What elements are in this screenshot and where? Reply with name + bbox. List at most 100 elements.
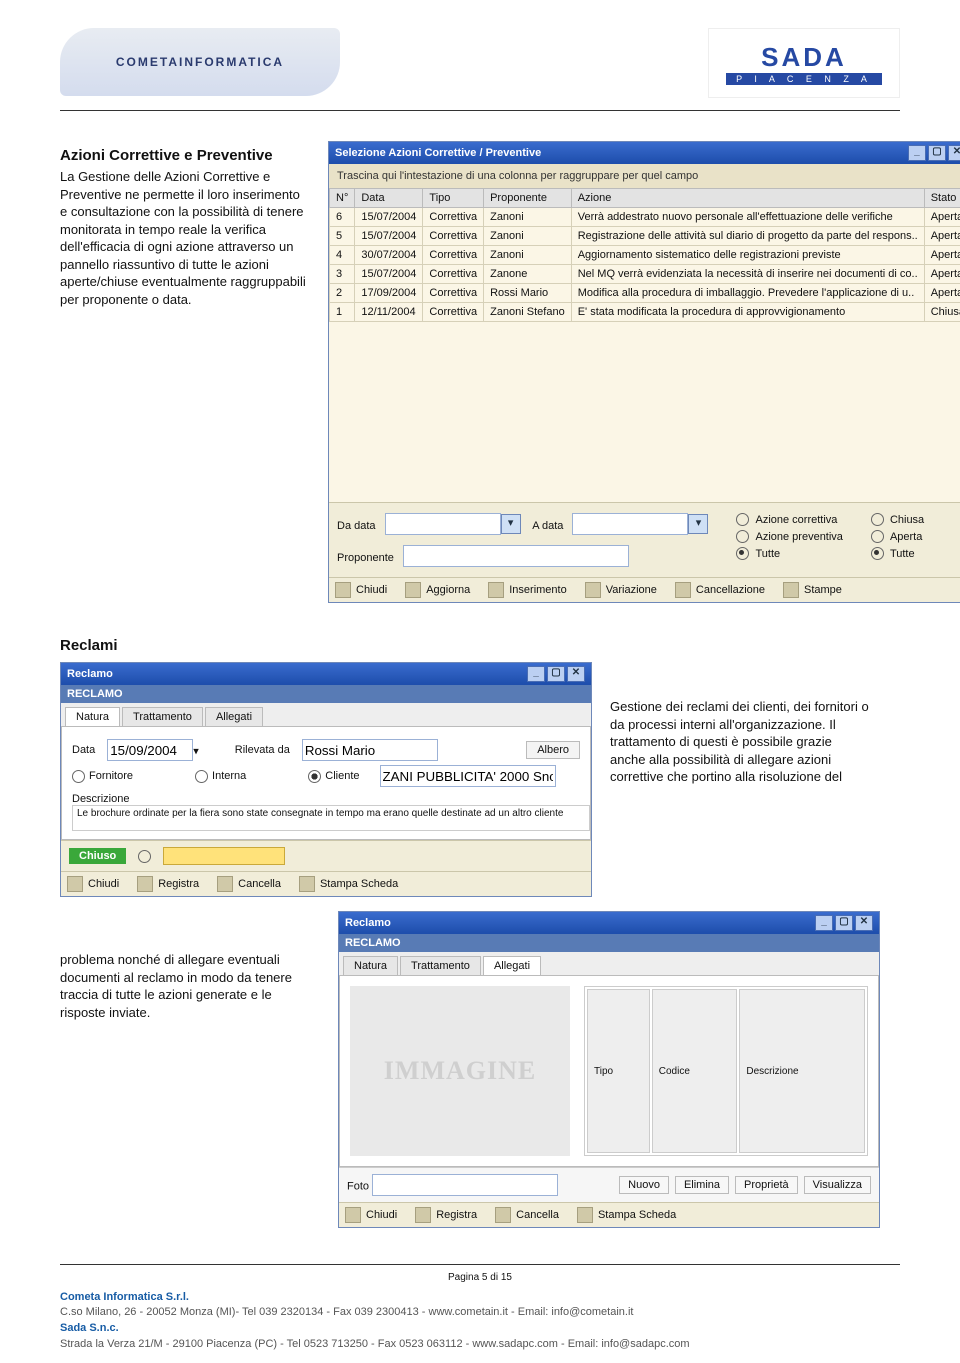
radio-cliente[interactable]: Cliente [308, 770, 359, 783]
toolbar-button[interactable]: Cancellazione [675, 582, 765, 598]
chevron-down-icon[interactable]: ▾ [193, 746, 199, 758]
toolbar-button[interactable]: Stampa Scheda [577, 1207, 676, 1223]
grouping-hint: Trascina qui l'intestazione di una colon… [329, 164, 960, 188]
footer-address-1: C.so Milano, 26 - 20052 Monza (MI)- Tel … [60, 1305, 900, 1321]
toolbar-icon [415, 1207, 431, 1223]
table-row[interactable]: 217/09/2004CorrettivaRossi MarioModifica… [330, 284, 960, 303]
chevron-down-icon[interactable]: ▾ [501, 514, 521, 534]
radio-option[interactable]: Tutte [736, 547, 842, 560]
radio-fornitore[interactable]: Fornitore [72, 770, 133, 783]
section-azioni-title: Azioni Correttive e Preventive [60, 147, 310, 164]
action-button[interactable]: Visualizza [804, 1176, 871, 1194]
toolbar-button[interactable]: Chiudi [345, 1207, 397, 1223]
toolbar-icon [495, 1207, 511, 1223]
tab-natura[interactable]: Natura [343, 956, 398, 975]
toolbar-button[interactable]: Chiudi [335, 582, 387, 598]
toolbar-icon [783, 582, 799, 598]
grid-empty-area [329, 322, 960, 502]
toolbar-button[interactable]: Registra [137, 876, 199, 892]
toolbar-button[interactable]: Variazione [585, 582, 657, 598]
col-codice: Codice [652, 989, 738, 1153]
table-row[interactable]: 112/11/2004CorrettivaZanoni StefanoE' st… [330, 303, 960, 322]
foto-label: Foto [347, 1181, 369, 1193]
radio-option[interactable]: Chiusa [871, 513, 924, 526]
radio-option[interactable]: Tutte [871, 547, 924, 560]
status-pill: Chiuso [69, 848, 126, 864]
section-azioni-body: La Gestione delle Azioni Correttive e Pr… [60, 168, 310, 308]
tab-allegati[interactable]: Allegati [205, 707, 263, 726]
toolbar-button[interactable]: Inserimento [488, 582, 566, 598]
rilevata-label: Rilevata da [235, 744, 290, 756]
table-row[interactable]: 615/07/2004CorrettivaZanoniVerrà addestr… [330, 208, 960, 227]
toolbar-button[interactable]: Stampe [783, 582, 842, 598]
toolbar-icon [335, 582, 351, 598]
tab-natura[interactable]: Natura [65, 707, 120, 726]
tab-trattamento[interactable]: Trattamento [122, 707, 203, 726]
table-row[interactable]: 430/07/2004CorrettivaZanoniAggiornamento… [330, 246, 960, 265]
tab-trattamento[interactable]: Trattamento [400, 956, 481, 975]
toolbar-icon [299, 876, 315, 892]
chevron-down-icon[interactable]: ▾ [688, 514, 708, 534]
toolbar-icon [217, 876, 233, 892]
attachments-grid[interactable]: Tipo Codice Descrizione [584, 986, 868, 1156]
action-button[interactable]: Proprietà [735, 1176, 798, 1194]
toolbar-button[interactable]: Stampa Scheda [299, 876, 398, 892]
toolbar-icon [675, 582, 691, 598]
descrizione-label: Descrizione [72, 793, 580, 805]
logo-cometa: COMETAINFORMATICA [60, 28, 340, 96]
reclami-paragraph-1: Gestione dei reclami dei clienti, dei fo… [610, 698, 870, 786]
radio-option[interactable]: Aperta [871, 530, 924, 543]
toolbar-icon [577, 1207, 593, 1223]
footer-company-1: Cometa Informatica S.r.l. [60, 1290, 900, 1306]
toolbar-button[interactable]: Cancella [217, 876, 281, 892]
screenshot-reclamo-natura: Reclamo _▢✕ RECLAMO Natura Trattamento A… [60, 662, 592, 897]
column-header[interactable]: Azione [571, 189, 924, 208]
status-radio[interactable] [138, 850, 151, 863]
window-buttons[interactable]: _▢✕ [813, 915, 873, 931]
data-label: Data [72, 744, 95, 756]
table-row[interactable]: 315/07/2004CorrettivaZanoneNel MQ verrà … [330, 265, 960, 284]
proponente-input[interactable] [403, 545, 629, 567]
col-descrizione: Descrizione [739, 989, 865, 1153]
a-data-input[interactable] [572, 513, 688, 535]
panel-header: RECLAMO [61, 685, 591, 703]
da-data-label: Da data [337, 520, 376, 532]
radio-option[interactable]: Azione preventiva [736, 530, 842, 543]
column-header[interactable]: Tipo [423, 189, 484, 208]
window-title: Reclamo [67, 668, 113, 680]
page-number: Pagina 5 di 15 [60, 1271, 900, 1286]
status-field[interactable] [163, 847, 285, 865]
toolbar-button[interactable]: Chiudi [67, 876, 119, 892]
column-header[interactable]: Proponente [484, 189, 572, 208]
footer-address-2: Strada la Verza 21/M - 29100 Piacenza (P… [60, 1337, 900, 1353]
albero-button[interactable]: Albero [526, 741, 580, 759]
window-buttons[interactable]: _▢✕ [906, 145, 960, 161]
toolbar-icon [137, 876, 153, 892]
toolbar-button[interactable]: Registra [415, 1207, 477, 1223]
header-rule [60, 110, 900, 111]
radio-option[interactable]: Azione correttiva [736, 513, 842, 526]
window-buttons[interactable]: _▢✕ [525, 666, 585, 682]
window-title: Reclamo [345, 917, 391, 929]
toolbar-button[interactable]: Aggiorna [405, 582, 470, 598]
tab-allegati[interactable]: Allegati [483, 956, 541, 975]
da-data-input[interactable] [385, 513, 501, 535]
rilevata-input[interactable] [302, 739, 438, 761]
column-header[interactable]: Data [355, 189, 423, 208]
toolbar-button[interactable]: Cancella [495, 1207, 559, 1223]
column-header[interactable]: Stato [924, 189, 960, 208]
toolbar-icon [345, 1207, 361, 1223]
filter-type-radio[interactable]: Azione correttiva Azione preventiva Tutte [736, 513, 842, 560]
a-data-label: A data [532, 520, 563, 532]
filter-state-radio[interactable]: Chiusa Aperta Tutte [871, 513, 924, 560]
radio-interna[interactable]: Interna [195, 770, 246, 783]
table-row[interactable]: 515/07/2004CorrettivaZanoniRegistrazione… [330, 227, 960, 246]
action-button[interactable]: Elimina [675, 1176, 729, 1194]
descrizione-text[interactable]: Le brochure ordinate per la fiera sono s… [72, 805, 590, 831]
cliente-input[interactable] [380, 765, 556, 787]
data-input[interactable] [107, 739, 193, 761]
foto-input[interactable] [372, 1174, 558, 1196]
action-button[interactable]: Nuovo [619, 1176, 669, 1194]
column-header[interactable]: N° [330, 189, 355, 208]
screenshot-selezione-azioni: Selezione Azioni Correttive / Preventive… [328, 141, 960, 603]
